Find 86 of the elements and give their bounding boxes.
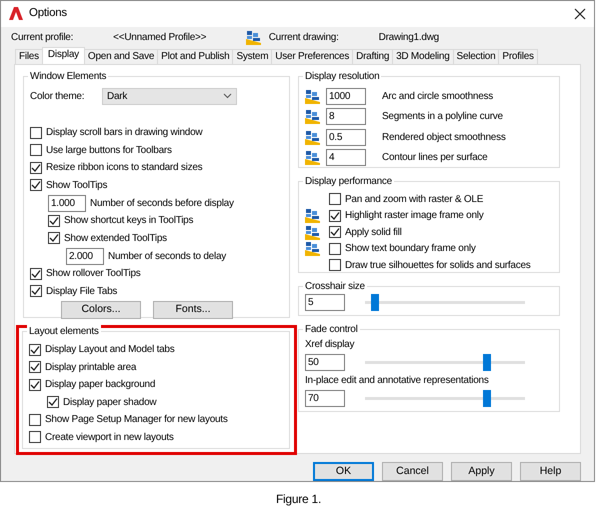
tab[interactable]: Open and Save [84, 49, 158, 64]
tab[interactable]: Files [15, 49, 43, 64]
checkbox-label: Show text boundary frame only [345, 242, 476, 256]
slider-thumb[interactable] [482, 354, 491, 370]
checkbox-label: Resize ribbon icons to standard sizes [46, 161, 202, 176]
window-title: Options [29, 6, 67, 22]
close-icon[interactable] [574, 8, 586, 20]
checkbox[interactable] [329, 242, 341, 255]
checkbox-label: Pan and zoom with raster & OLE [345, 192, 484, 207]
button[interactable]: Colors... [61, 301, 141, 319]
field-label: In-place edit and annotative representations [305, 374, 489, 388]
checkbox[interactable] [30, 268, 42, 280]
field-label: Current profile: [11, 31, 74, 46]
input-field[interactable]: 5 [305, 294, 345, 312]
checkbox-label: Show shortcut keys in ToolTips [64, 214, 194, 228]
checkbox-label: Show rollover ToolTips [46, 267, 141, 282]
input-field[interactable]: 2.000 [66, 248, 104, 264]
button[interactable]: Help [520, 462, 581, 481]
checkbox-label: Display Layout and Model tabs [45, 343, 174, 358]
tab[interactable]: Profiles [498, 49, 538, 64]
checkbox[interactable] [30, 179, 42, 192]
checkbox[interactable] [48, 232, 60, 244]
field-value: <<Unnamed Profile>> [113, 31, 206, 46]
checkbox[interactable] [29, 378, 41, 391]
input-field[interactable]: 0.5 [326, 128, 366, 146]
field-label: Segments in a polyline curve [382, 110, 503, 124]
field-label: Rendered object smoothness [382, 130, 506, 145]
field-label: Xref display [305, 338, 354, 352]
slider-thumb[interactable] [370, 294, 379, 312]
button[interactable]: OK [313, 462, 374, 481]
checkbox-label: Display scroll bars in drawing window [46, 126, 202, 140]
checkbox[interactable] [30, 162, 42, 174]
figure-caption: Figure 1. [274, 491, 322, 508]
checkbox[interactable] [30, 126, 42, 139]
slider-thumb[interactable] [482, 390, 491, 406]
checkbox[interactable] [29, 344, 41, 356]
checkbox[interactable] [329, 210, 341, 222]
checkbox[interactable] [29, 414, 41, 426]
checkbox[interactable] [48, 214, 60, 227]
checkbox[interactable] [329, 226, 341, 238]
field-label: Current drawing: [268, 31, 339, 46]
checkbox[interactable] [47, 396, 59, 408]
input-field[interactable]: 1000 [326, 88, 366, 105]
tab[interactable]: Drafting [352, 49, 394, 64]
group-title: Display resolution [303, 70, 382, 83]
checkbox[interactable] [329, 193, 341, 206]
checkbox-label: Apply solid fill [345, 226, 402, 240]
field-label: Number of seconds before display [90, 196, 234, 210]
checkbox[interactable] [30, 285, 42, 298]
checkbox[interactable] [29, 431, 41, 444]
field-label: Number of seconds to delay [108, 250, 226, 264]
checkbox-label: Show extended ToolTips [64, 232, 167, 246]
input-field[interactable]: 8 [326, 108, 366, 126]
checkbox[interactable] [30, 144, 42, 156]
tab[interactable]: System [232, 49, 272, 64]
group-title: Layout elements [27, 325, 101, 338]
group-title: Display performance [303, 175, 394, 188]
input-field[interactable]: 70 [305, 390, 345, 406]
checkbox-label: Use large buttons for Toolbars [46, 144, 172, 158]
input-field[interactable]: 4 [326, 149, 366, 166]
checkbox-label: Display printable area [45, 360, 136, 375]
dropdown[interactable]: Dark [102, 88, 237, 104]
checkbox[interactable] [329, 259, 341, 272]
checkbox-label: Highlight raster image frame only [345, 209, 484, 224]
checkbox-label: Display File Tabs [46, 284, 118, 299]
input-field[interactable]: 50 [305, 354, 345, 370]
button[interactable]: Fonts... [153, 301, 233, 319]
tab[interactable]: 3D Modeling [392, 49, 454, 64]
checkbox-label: Create viewport in new layouts [45, 430, 174, 445]
caret-icon [223, 93, 232, 99]
button[interactable]: Cancel [382, 462, 443, 481]
field-value: Drawing1.dwg [378, 31, 439, 46]
field-label: Contour lines per surface [382, 151, 488, 166]
checkbox[interactable] [29, 361, 41, 374]
checkbox-label: Show ToolTips [46, 178, 108, 193]
checkbox-label: Draw true silhouettes for solids and surfaces [345, 258, 531, 273]
checkbox-label: Show Page Setup Manager for new layouts [45, 413, 228, 428]
field-label: Color theme: [30, 90, 86, 104]
button[interactable]: Apply [451, 462, 512, 481]
tab[interactable]: Display [42, 47, 85, 64]
drawing-file-icon [246, 30, 261, 46]
checkbox-label: Display paper background [45, 378, 156, 392]
app-logo-icon [9, 7, 23, 20]
input-field[interactable]: 1.000 [48, 194, 86, 212]
checkbox-label: Display paper shadow [63, 396, 156, 410]
field-label: Arc and circle smoothness [382, 90, 494, 104]
